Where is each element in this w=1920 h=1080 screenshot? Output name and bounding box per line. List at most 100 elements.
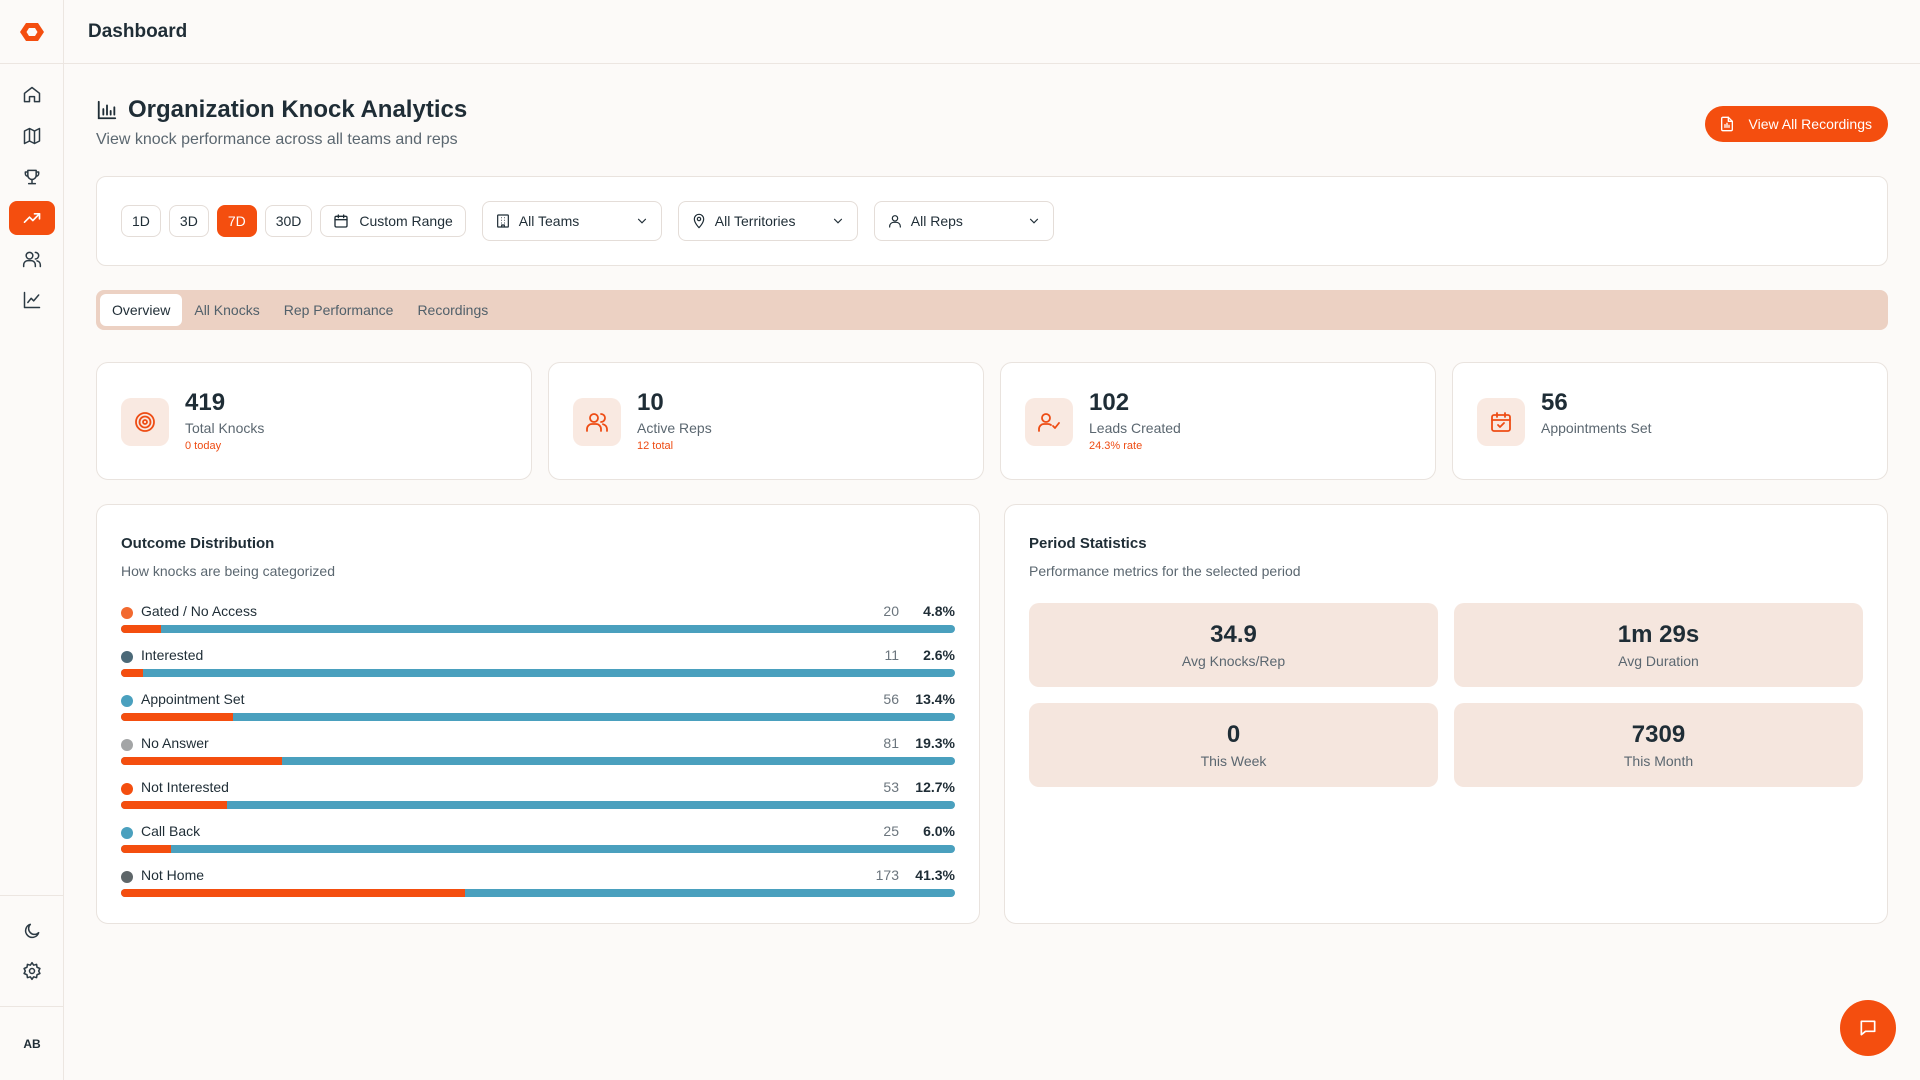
period-value: 34.9 [1210,621,1257,648]
stat-label: Appointments Set [1541,420,1652,436]
tab-all-knocks[interactable]: All Knocks [182,294,271,326]
period-subtitle: Performance metrics for the selected per… [1029,563,1301,579]
stat-card-active-reps: 10 Active Reps 12 total [548,362,984,480]
outcome-distribution-panel: Outcome Distribution How knocks are bein… [96,504,980,924]
outcome-bar-fill [121,801,227,809]
nav-team[interactable] [9,242,55,276]
moon-icon [24,923,40,939]
stat-value: 10 [637,389,664,416]
outcome-row: No Answer 81 19.3% [121,733,955,777]
stat-sub: 0 today [185,440,222,452]
topbar-title: Dashboard [88,20,188,42]
user-icon [888,215,901,228]
stat-label: Active Reps [637,420,712,436]
file-audio-icon [1720,116,1733,132]
main-content: Organization Knock Analytics View knock … [96,64,1888,330]
line-chart-icon [23,291,40,309]
outcome-count: 173 [875,867,899,883]
outcome-bar [121,669,955,677]
stat-card-total-knocks: 419 Total Knocks 0 today [96,362,532,480]
outcome-title: Outcome Distribution [121,535,275,552]
settings-button[interactable] [9,954,55,988]
nav-home[interactable] [9,78,55,112]
outcome-bar [121,713,955,721]
outcome-row: Appointment Set 56 13.4% [121,689,955,733]
outcome-dot [121,651,133,663]
outcome-percent: 41.3% [915,867,955,883]
outcome-bar-fill [121,845,172,853]
outcome-list: Gated / No Access 20 4.8% Interested 11 2.6% A… [121,601,955,909]
chat-button[interactable] [1840,1000,1896,1056]
message-icon [1860,1020,1876,1036]
custom-range-label: Custom Range [359,213,453,229]
outcome-label: Appointment Set [141,691,245,707]
stat-card-leads-created: 102 Leads Created 24.3% rate [1000,362,1436,480]
outcome-bar-fill [121,625,162,633]
view-all-recordings-label: View All Recordings [1748,116,1872,132]
stat-card-appointments-set: 56 Appointments Set [1452,362,1888,480]
reps-select[interactable]: All Reps [873,201,1054,241]
stat-sub: 12 total [637,440,674,452]
period-value: 7309 [1631,721,1686,748]
calendar-icon [334,214,349,228]
range-3d-button[interactable]: 3D [168,205,209,237]
outcome-bar-fill [121,889,466,897]
bar-chart-icon [97,100,117,120]
page-header: Organization Knock Analytics View knock … [96,64,1888,176]
stat-value: 419 [185,389,226,416]
page-subtitle: View knock performance across all teams … [96,131,458,148]
building-icon [496,214,509,228]
range-1d-button[interactable]: 1D [121,205,161,237]
period-label: This Month [1623,753,1694,769]
analytics-tabs: Overview All Knocks Rep Performance Reco… [96,290,1888,330]
period-label: Avg Duration [1618,653,1699,669]
outcome-dot [121,739,133,751]
period-label: This Week [1200,753,1267,769]
period-title: Period Statistics [1029,535,1147,552]
stat-value: 56 [1541,389,1568,416]
stat-label: Total Knocks [185,420,265,436]
map-pin-icon [693,213,705,229]
users-icon [22,251,41,268]
outcome-row: Interested 11 2.6% [121,645,955,689]
target-icon [121,398,169,446]
outcome-label: Interested [141,647,204,663]
range-7d-button[interactable]: 7D [216,205,257,237]
calendar-check-icon [1477,398,1525,446]
outcome-label: Gated / No Access [141,603,257,619]
outcome-row: Gated / No Access 20 4.8% [121,601,955,645]
outcome-count: 53 [883,779,899,795]
outcome-label: Not Home [141,867,205,883]
period-tile-avg-knocks: 34.9 Avg Knocks/Rep [1029,603,1438,687]
nav-analytics[interactable] [8,201,55,235]
nav-map[interactable] [9,119,55,153]
nav-reports[interactable] [9,283,55,317]
gear-icon [23,961,41,981]
custom-range-button[interactable]: Custom Range [320,205,466,237]
outcome-bar-fill [121,669,143,677]
outcome-label: Not Interested [141,779,229,795]
top-bar: Dashboard [64,0,1920,64]
outcome-count: 11 [884,647,899,663]
filter-bar: 1D 3D 7D 30D Custom Range All Teams All … [96,176,1888,266]
range-30d-button[interactable]: 30D [264,205,313,237]
territories-select-value: All Territories [714,213,796,229]
outcome-bar [121,845,955,853]
nav-leaderboard[interactable] [9,160,55,194]
outcome-bar [121,625,955,633]
logo-icon [19,22,44,41]
tab-recordings[interactable]: Recordings [405,294,500,326]
user-menu[interactable]: AB [0,1006,64,1080]
app-logo[interactable] [0,0,64,64]
territories-select[interactable]: All Territories [677,201,858,241]
trending-up-icon [23,213,40,223]
outcome-bar-fill [121,757,282,765]
home-icon [23,86,40,103]
teams-select[interactable]: All Teams [481,201,662,241]
tab-overview[interactable]: Overview [100,294,183,326]
tab-rep-performance[interactable]: Rep Performance [272,294,406,326]
view-all-recordings-button[interactable]: View All Recordings [1704,106,1888,142]
period-value: 1m 29s [1617,621,1700,648]
outcome-bar [121,757,955,765]
theme-toggle[interactable] [9,914,55,948]
